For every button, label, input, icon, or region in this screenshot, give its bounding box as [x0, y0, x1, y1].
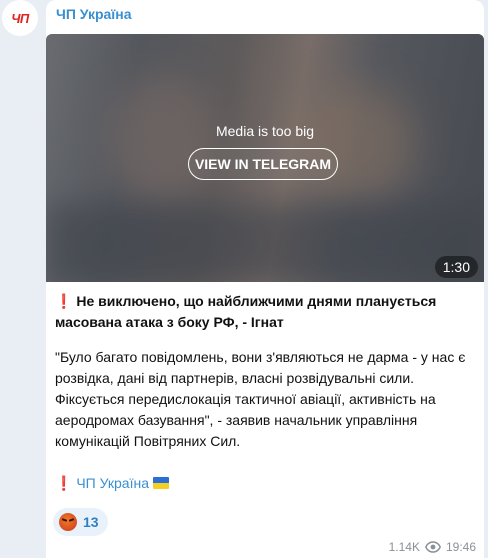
footer-channel-link[interactable]: ЧП Україна: [76, 475, 149, 491]
video-duration-badge: 1:30: [434, 256, 478, 278]
video-preview[interactable]: Media is too big VIEW IN TELEGRAM 1:30: [46, 34, 484, 282]
message-bubble: ЧП Україна Media is too big VIEW IN TELE…: [46, 0, 484, 558]
post-headline: ❗ Не виключено, що найближчими днями пла…: [55, 291, 475, 333]
message-meta: 1.14K 19:46: [389, 540, 476, 554]
view-in-telegram-button[interactable]: VIEW IN TELEGRAM: [188, 148, 338, 180]
eye-icon: [424, 541, 441, 553]
post-text: ❗ Не виключено, що найближчими днями пла…: [55, 291, 475, 494]
avatar-logo-text: ЧП: [11, 10, 29, 26]
message-time: 19:46: [445, 540, 476, 554]
channel-avatar[interactable]: ЧП: [2, 0, 38, 36]
exclamation-icon: ❗: [55, 475, 73, 491]
post-footer: ❗ ЧП Україна: [55, 473, 475, 494]
reaction-angry-button[interactable]: 13: [53, 508, 108, 536]
exclamation-icon: ❗: [55, 293, 73, 309]
reaction-count: 13: [83, 514, 99, 530]
view-count: 1.14K: [388, 540, 420, 554]
headline-text: Не виключено, що найближчими днями плану…: [55, 293, 437, 330]
media-too-big-notice: Media is too big: [215, 123, 315, 139]
ukraine-flag-icon: [152, 477, 169, 489]
angry-face-icon: [59, 513, 77, 531]
post-quote: "Було багато повідомлень, вони з'являють…: [55, 349, 466, 449]
channel-name-link[interactable]: ЧП Україна: [56, 6, 132, 22]
